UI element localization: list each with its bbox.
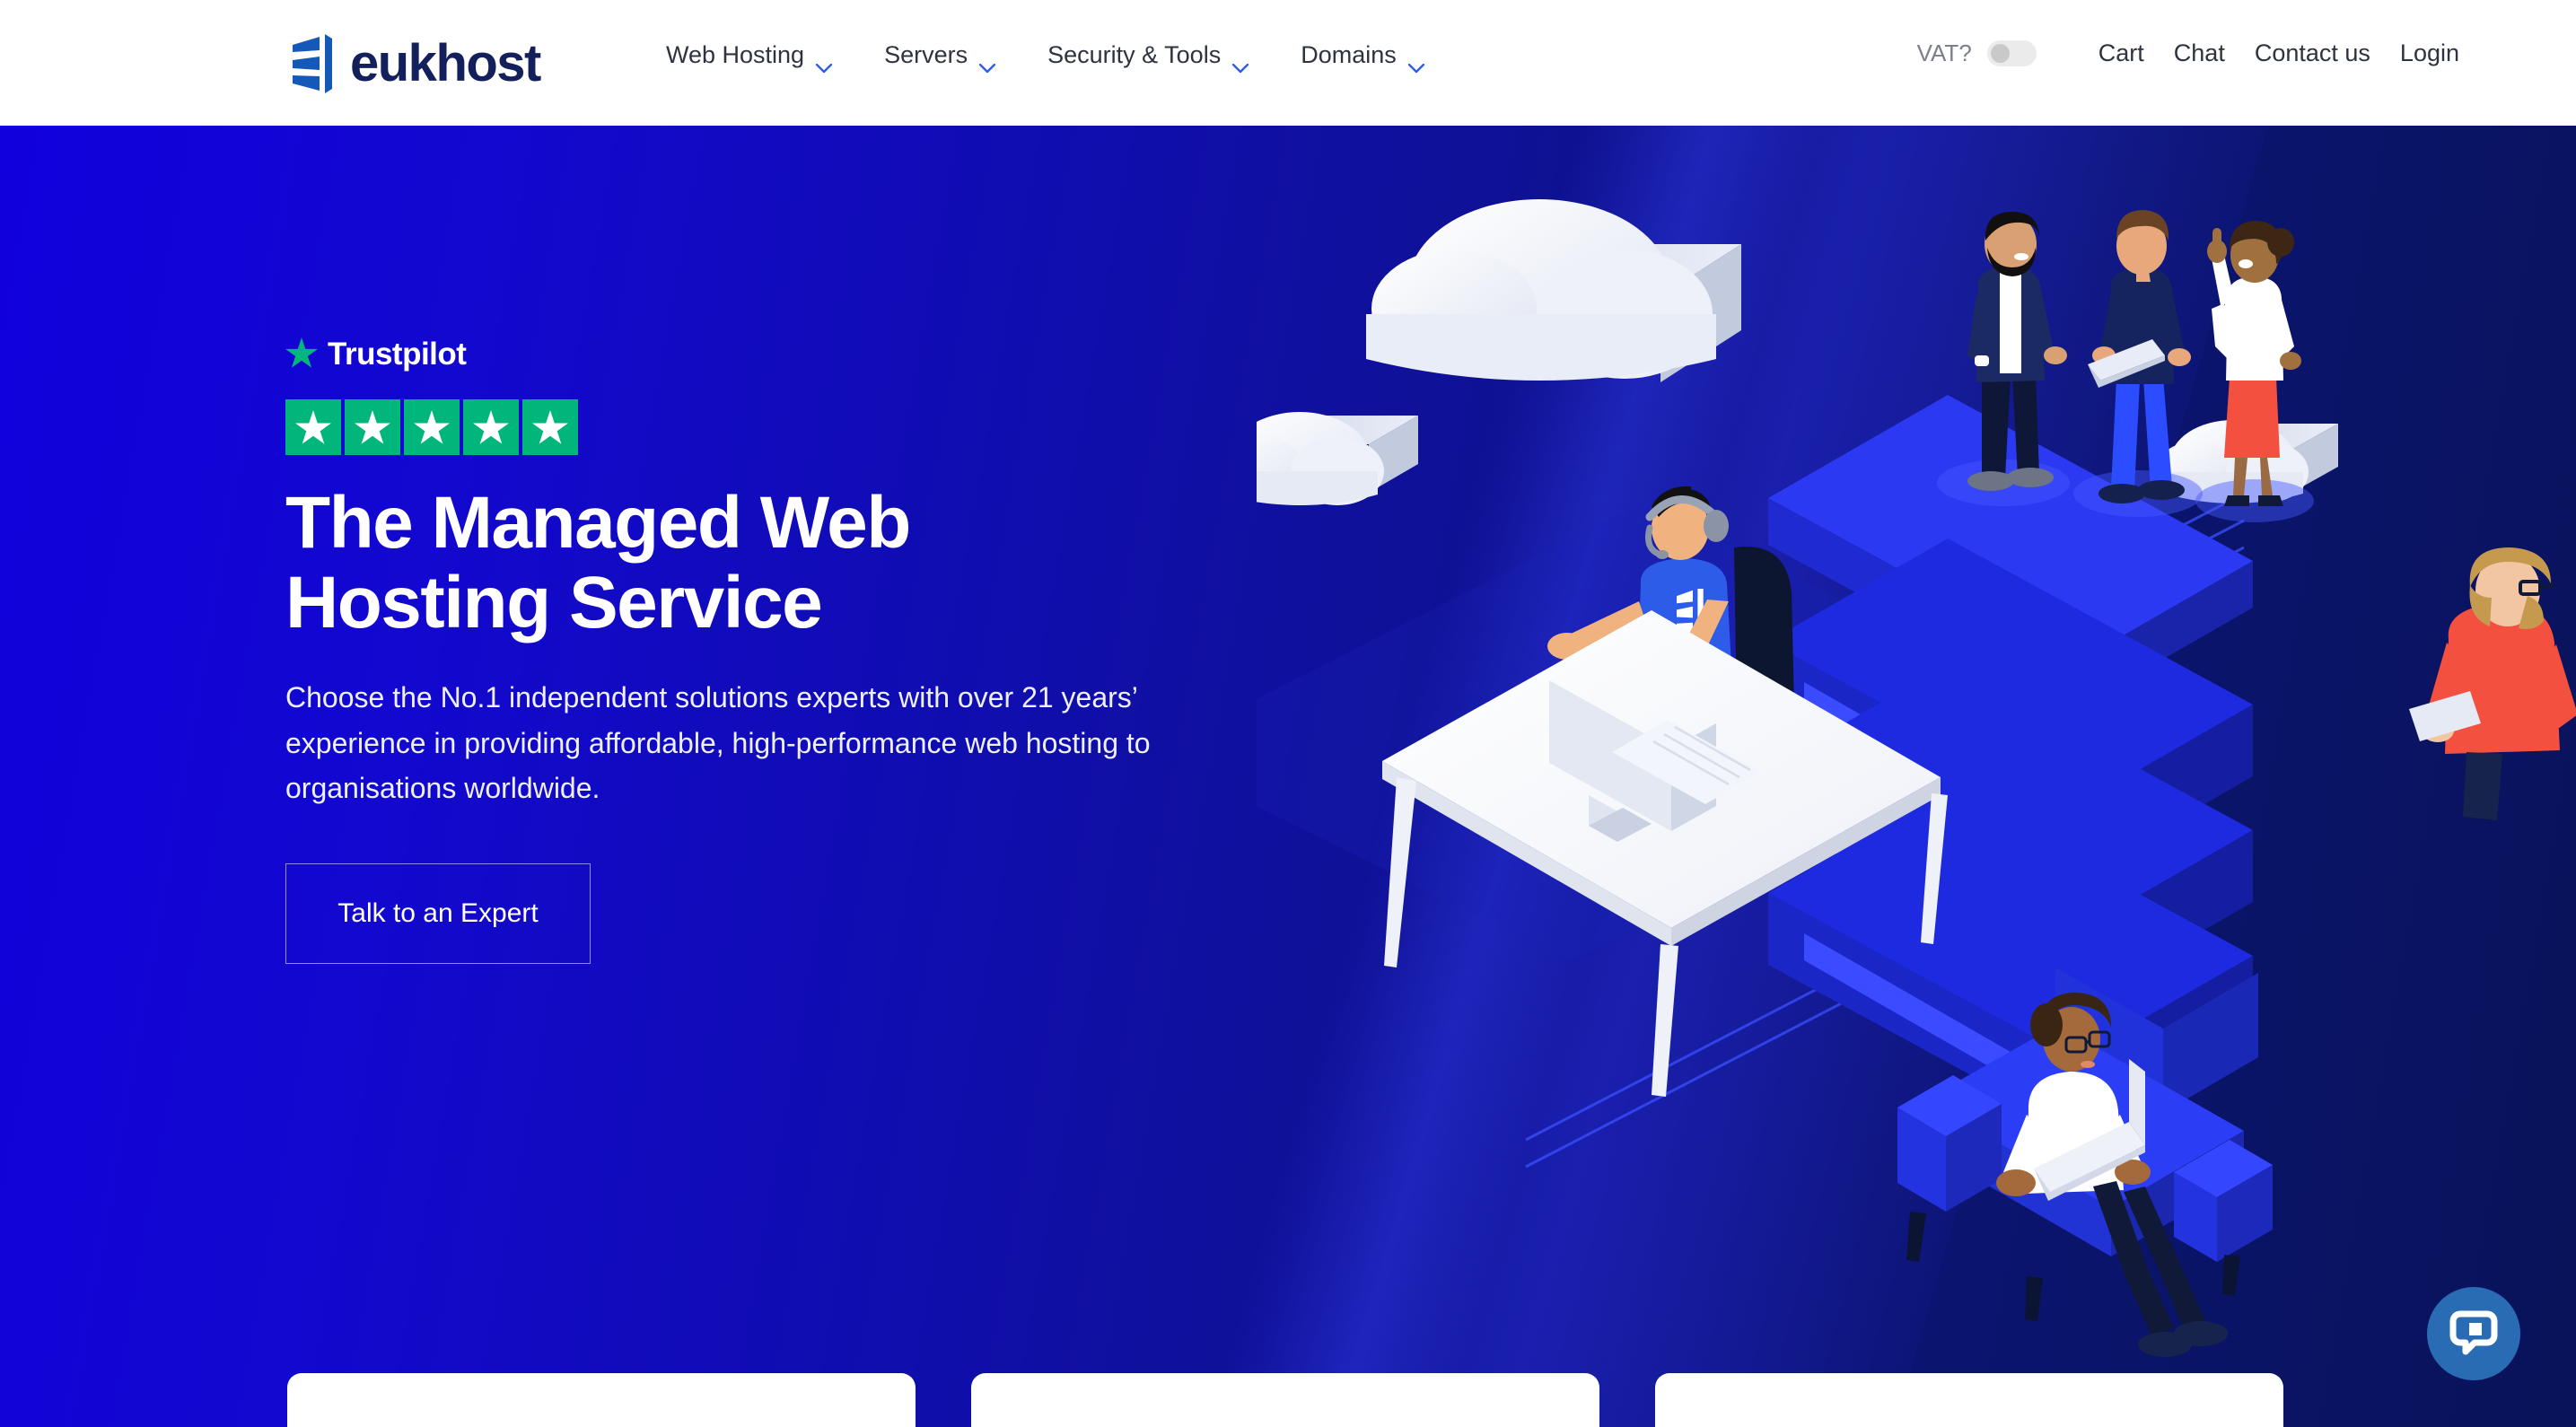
trustpilot-rating-stars (285, 399, 1327, 455)
rating-star (522, 399, 578, 455)
rating-star (345, 399, 400, 455)
chevron-down-icon (1232, 52, 1249, 74)
nav-item-security-tools[interactable]: Security & Tools (1047, 41, 1249, 74)
trustpilot-logo[interactable]: Trustpilot (285, 337, 1327, 372)
chat-link[interactable]: Chat (2174, 39, 2225, 67)
person-navy-suit (1967, 212, 2067, 491)
chat-bubble-icon (2449, 1309, 2498, 1360)
site-header: eukhost Web Hosting Servers Security & T… (0, 0, 2576, 126)
rating-star (463, 399, 519, 455)
feature-cards-row (0, 1373, 2576, 1427)
eukhost-logo-icon (285, 32, 332, 95)
rating-star (404, 399, 460, 455)
hero-subtitle: Choose the No.1 independent solutions ex… (285, 681, 1151, 805)
rating-star (285, 399, 341, 455)
logo-text: eukhost (350, 34, 541, 92)
hero-title-line-2: Hosting Service (285, 561, 823, 643)
nav-item-web-hosting[interactable]: Web Hosting (666, 41, 833, 74)
main-nav: Web Hosting Servers Security & Tools Dom… (666, 41, 1424, 74)
page-title: The Managed Web Hosting Service (285, 482, 1093, 643)
isometric-hosting-illustration (1257, 126, 2576, 1427)
chat-widget-button[interactable] (2427, 1287, 2520, 1380)
nav-item-servers[interactable]: Servers (884, 41, 996, 74)
nav-label: Security & Tools (1047, 41, 1222, 68)
vat-toggle-knob (1990, 44, 2010, 63)
feature-card-1[interactable] (287, 1373, 916, 1427)
cart-link[interactable]: Cart (2098, 39, 2144, 67)
login-link[interactable]: Login (2400, 39, 2459, 67)
chevron-down-icon (815, 52, 833, 74)
hero-title-line-1: The Managed Web (285, 482, 911, 564)
logo[interactable]: eukhost (285, 32, 541, 95)
hero-content: Trustpilot The Managed Web Hosting Servi… (285, 337, 1327, 964)
talk-to-an-expert-button[interactable]: Talk to an Expert (285, 862, 591, 964)
trustpilot-star-icon (285, 337, 318, 372)
feature-card-2[interactable] (971, 1373, 1599, 1427)
chevron-down-icon (1407, 52, 1424, 74)
vat-label: VAT? (1916, 39, 1972, 66)
nav-label: Domains (1301, 41, 1397, 68)
nav-label: Web Hosting (666, 41, 805, 68)
cloud-large (1366, 199, 1741, 382)
nav-item-domains[interactable]: Domains (1301, 41, 1424, 74)
trustpilot-label: Trustpilot (328, 337, 467, 372)
hero-section: Trustpilot The Managed Web Hosting Servi… (0, 126, 2576, 1427)
vat-toggle[interactable] (1986, 40, 2037, 66)
nav-label: Servers (884, 41, 968, 68)
chevron-down-icon (978, 52, 996, 74)
contact-us-link[interactable]: Contact us (2255, 39, 2370, 67)
person-in-red-sweater (2409, 547, 2576, 820)
header-utilities: VAT? Cart Chat Contact us Login (1917, 39, 2459, 67)
feature-card-3[interactable] (1655, 1373, 2283, 1427)
